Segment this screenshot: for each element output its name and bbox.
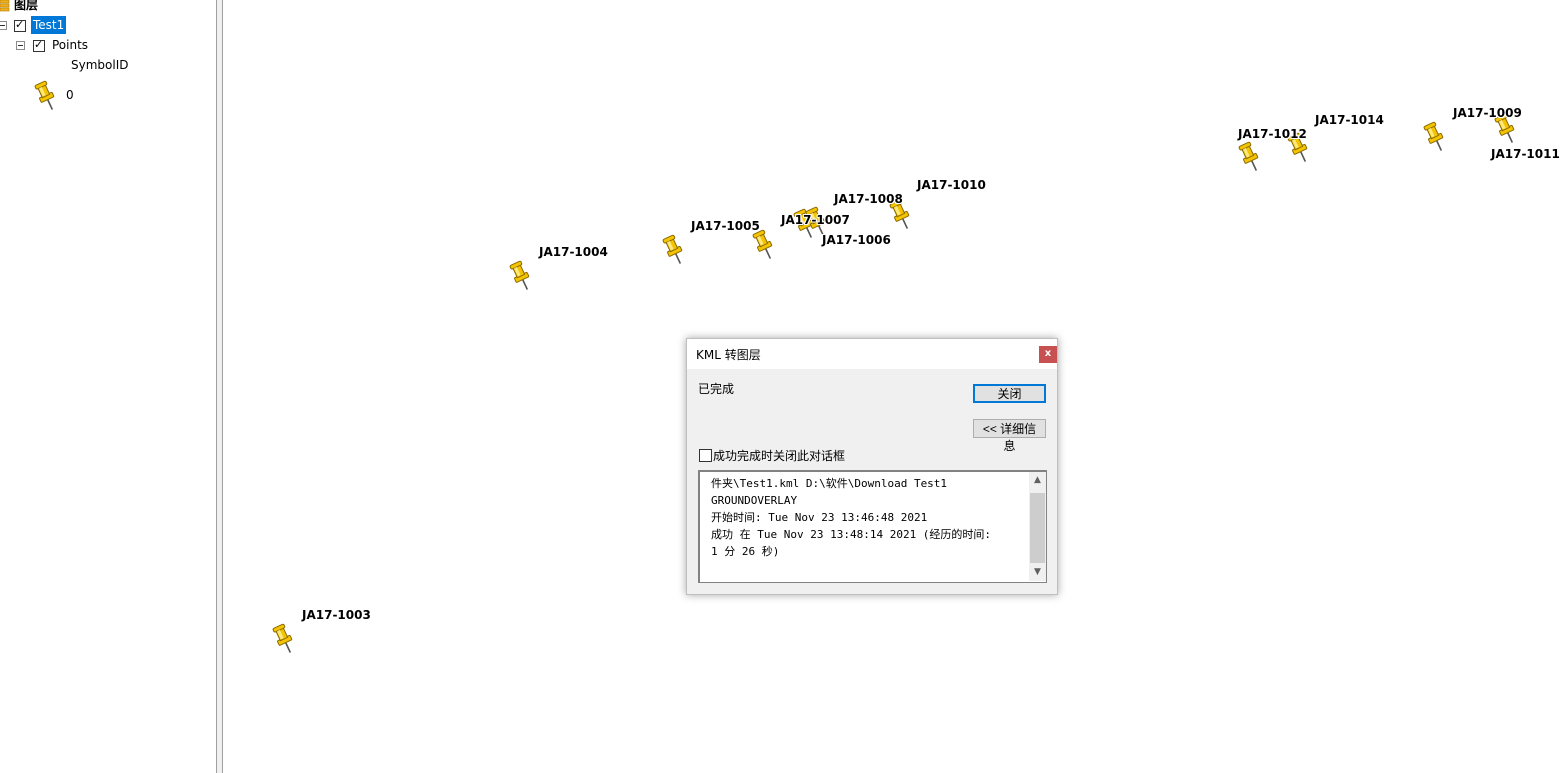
log-text: 件夹\Test1.kml D:\软件\Download Test1 GROUND… bbox=[711, 477, 992, 558]
message-log[interactable]: 件夹\Test1.kml D:\软件\Download Test1 GROUND… bbox=[698, 470, 1047, 583]
scroll-down-icon[interactable]: ▼ bbox=[1029, 564, 1046, 581]
map-label-ja17-1012: JA17-1012 bbox=[1238, 127, 1307, 141]
map-label-ja17-1011: JA17-1011 bbox=[1491, 147, 1560, 161]
map-label-ja17-1009: JA17-1009 bbox=[1453, 106, 1522, 120]
toc-root-label: 图层 bbox=[14, 0, 39, 12]
log-scrollbar[interactable]: ▲ ▼ bbox=[1029, 472, 1046, 581]
status-text: 已完成 bbox=[698, 382, 735, 396]
map-label-ja17-1005: JA17-1005 bbox=[691, 219, 760, 233]
map-pin-ja17-1004[interactable] bbox=[509, 260, 533, 292]
map-label-ja17-1004: JA17-1004 bbox=[539, 245, 608, 259]
table-of-contents: 图层 ✓ Test1 ✓ Points SymbolID 0 bbox=[0, 0, 216, 773]
check-mark-icon: ✓ bbox=[15, 18, 25, 31]
map-label-ja17-1010: JA17-1010 bbox=[917, 178, 986, 192]
scroll-thumb[interactable] bbox=[1030, 493, 1045, 563]
map-label-ja17-1008: JA17-1008 bbox=[834, 192, 903, 206]
dialog-titlebar[interactable]: KML 转图层 x bbox=[687, 339, 1057, 369]
layer-name-test1[interactable]: Test1 bbox=[31, 16, 67, 34]
symbol-value-label: 0 bbox=[66, 88, 74, 102]
map-label-ja17-1006: JA17-1006 bbox=[822, 233, 891, 247]
sublayer-visibility-checkbox[interactable]: ✓ bbox=[33, 38, 45, 52]
map-pin-ja17-1012[interactable] bbox=[1238, 141, 1262, 173]
panel-splitter[interactable] bbox=[216, 0, 223, 773]
symbol-field-name: SymbolID bbox=[71, 58, 129, 72]
map-pin-ja17-1005[interactable] bbox=[752, 229, 776, 261]
scroll-up-icon[interactable]: ▲ bbox=[1029, 472, 1046, 489]
pushpin-icon[interactable] bbox=[34, 80, 58, 112]
map-pin-ja17-1003[interactable] bbox=[272, 623, 296, 655]
check-mark-icon: ✓ bbox=[34, 38, 44, 51]
close-button[interactable]: 关闭 bbox=[973, 384, 1046, 403]
collapse-sublayer-icon[interactable] bbox=[16, 41, 25, 50]
map-pin-ja17-1005a[interactable] bbox=[662, 234, 686, 266]
map-label-ja17-1007: JA17-1007 bbox=[781, 213, 850, 227]
map-pin-ja17-1011[interactable] bbox=[1423, 121, 1447, 153]
layer-visibility-checkbox[interactable]: ✓ bbox=[14, 18, 26, 32]
map-label-ja17-1003: JA17-1003 bbox=[302, 608, 371, 622]
layers-icon bbox=[0, 0, 10, 12]
collapse-layer-icon[interactable] bbox=[0, 21, 7, 30]
close-icon[interactable]: x bbox=[1039, 346, 1057, 363]
auto-close-label[interactable]: 成功完成时关闭此对话框 bbox=[713, 447, 845, 464]
kml-to-layer-dialog: KML 转图层 x 已完成 关闭 << 详细信息 成功完成时关闭此对话框 件夹\… bbox=[686, 338, 1058, 595]
sublayer-name-points[interactable]: Points bbox=[52, 36, 88, 54]
dialog-title: KML 转图层 bbox=[696, 348, 761, 362]
map-label-ja17-1014: JA17-1014 bbox=[1315, 113, 1384, 127]
auto-close-checkbox[interactable] bbox=[699, 449, 712, 462]
details-toggle-button[interactable]: << 详细信息 bbox=[973, 419, 1046, 453]
